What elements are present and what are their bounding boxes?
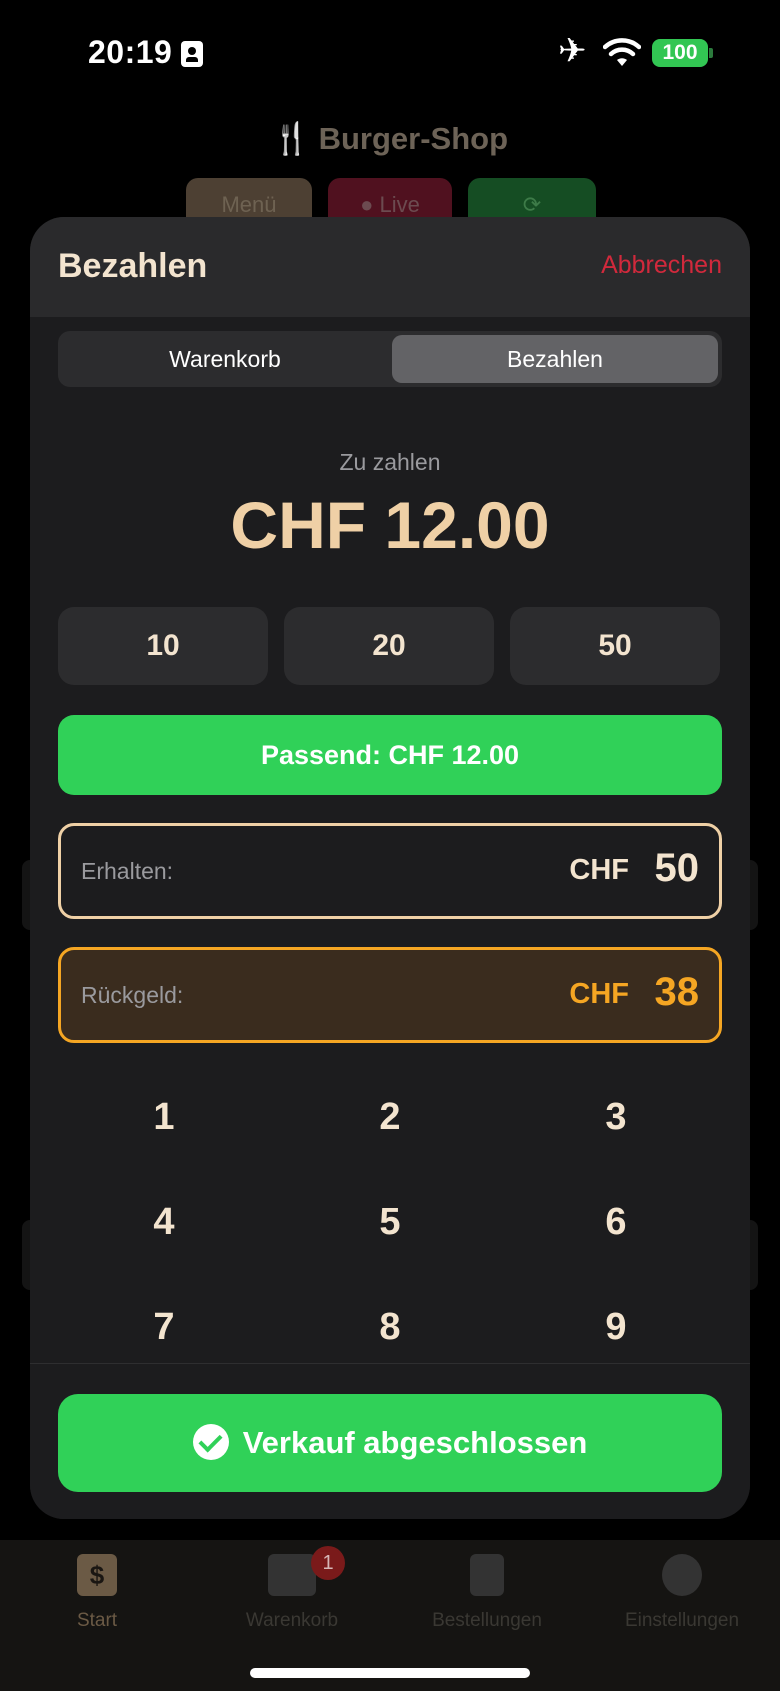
dollar-icon: $	[77, 1554, 117, 1596]
keypad-key-2[interactable]: 2	[280, 1072, 500, 1162]
quick-amount-button[interactable]: 20	[284, 607, 494, 685]
keypad-key-7[interactable]: 7	[54, 1282, 274, 1372]
cart-icon	[268, 1554, 316, 1596]
exact-amount-button[interactable]: Passend: CHF 12.00	[58, 715, 722, 795]
complete-sale-button[interactable]: Verkauf abgeschlossen	[58, 1394, 722, 1492]
status-time: 20:19	[88, 34, 173, 70]
fork-knife-icon: 🍴	[271, 121, 311, 156]
amount-due-label: Zu zahlen	[339, 449, 441, 475]
app-title: 🍴 Burger-Shop	[271, 121, 509, 156]
gear-icon	[662, 1554, 702, 1596]
keypad-key-9[interactable]: 9	[506, 1282, 726, 1372]
payment-sheet: Bezahlen Abbrechen Warenkorb Bezahlen Zu…	[30, 217, 750, 1519]
cart-badge: 1	[311, 1546, 345, 1580]
keypad-key-5[interactable]: 5	[280, 1177, 500, 1267]
quick-amount-button[interactable]: 50	[510, 607, 720, 685]
segment-warenkorb[interactable]: Warenkorb	[62, 335, 388, 383]
keypad-key-3[interactable]: 3	[506, 1072, 726, 1162]
received-amount-field[interactable]: Erhalten: CHF 50	[58, 823, 722, 919]
tab-warenkorb[interactable]: Warenkorb	[197, 1554, 387, 1632]
keypad-key-6[interactable]: 6	[506, 1177, 726, 1267]
change-value: 38	[654, 970, 700, 1014]
tab-start[interactable]: $ Start	[2, 1554, 192, 1632]
cancel-button[interactable]: Abbrechen	[601, 251, 722, 280]
contact-card-icon	[181, 41, 203, 67]
change-label: Rückgeld:	[81, 982, 184, 1008]
quick-amount-button[interactable]: 10	[58, 607, 268, 685]
sheet-title: Bezahlen	[58, 247, 208, 285]
segmented-control: Warenkorb Bezahlen	[58, 331, 722, 387]
sync-icon: ⟳	[522, 192, 542, 217]
change-amount-field: Rückgeld: CHF 38	[58, 947, 722, 1043]
battery-nub	[709, 48, 713, 58]
received-value: 50	[654, 846, 700, 890]
battery-indicator: 100	[652, 39, 708, 67]
wifi-icon	[603, 38, 641, 66]
checkmark-circle-icon	[192, 1423, 229, 1460]
amount-due: CHF 12.00	[230, 488, 550, 562]
keypad-key-4[interactable]: 4	[54, 1177, 274, 1267]
clipboard-icon	[470, 1554, 504, 1596]
airplane-icon: ✈	[558, 32, 587, 70]
home-indicator[interactable]	[250, 1668, 530, 1678]
keypad-key-8[interactable]: 8	[280, 1282, 500, 1372]
change-currency: CHF	[569, 978, 629, 1010]
status-bar: 20:19 ✈ 100	[0, 0, 780, 100]
received-currency: CHF	[569, 854, 629, 886]
sheet-header: Bezahlen Abbrechen	[30, 217, 750, 317]
tab-bestellungen[interactable]: Bestellungen	[392, 1554, 582, 1632]
segment-bezahlen[interactable]: Bezahlen	[392, 335, 718, 383]
received-label: Erhalten:	[81, 858, 174, 884]
tab-einstellungen[interactable]: Einstellungen	[587, 1554, 777, 1632]
keypad-key-1[interactable]: 1	[54, 1072, 274, 1162]
